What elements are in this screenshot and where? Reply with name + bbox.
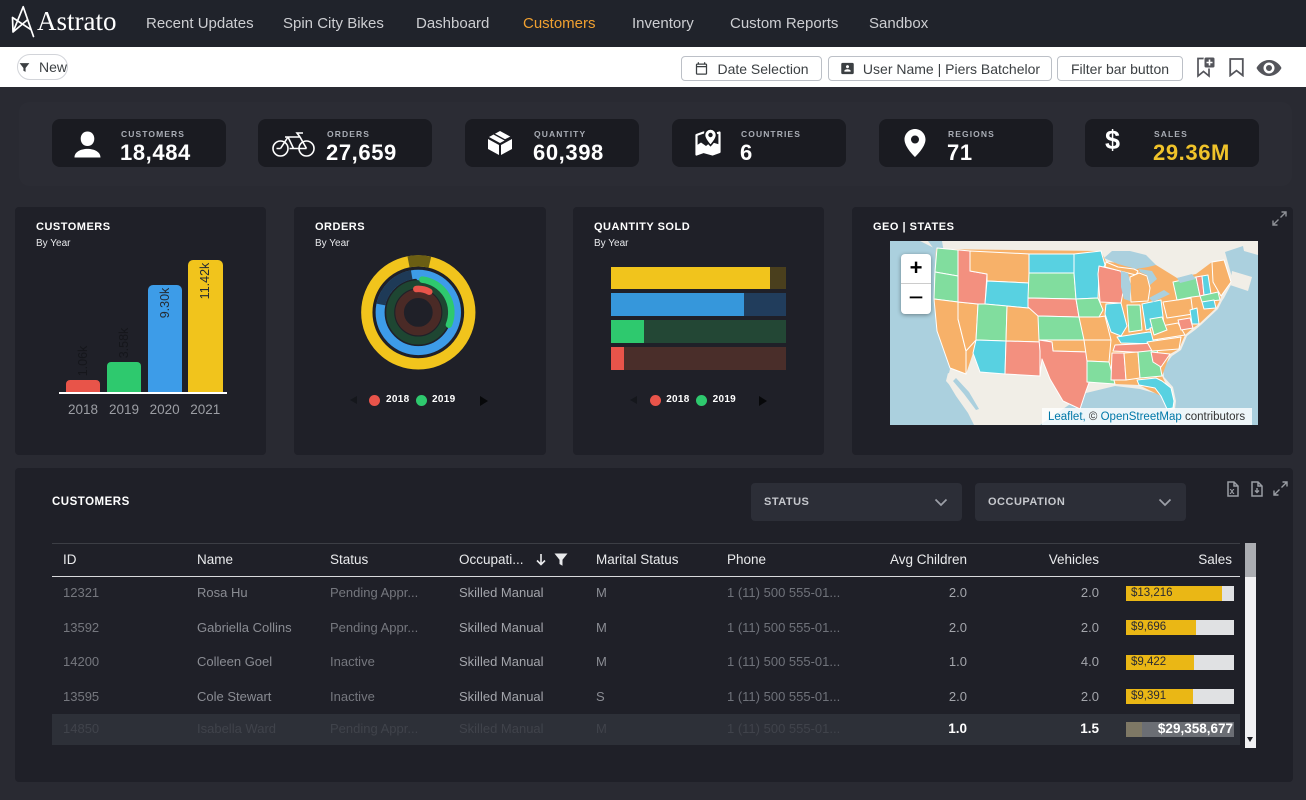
svg-text:x: x bbox=[1230, 486, 1235, 496]
svg-text:Leaflet, © OpenStreetMap contr: Leaflet, © OpenStreetMap contributors bbox=[1048, 411, 1245, 423]
